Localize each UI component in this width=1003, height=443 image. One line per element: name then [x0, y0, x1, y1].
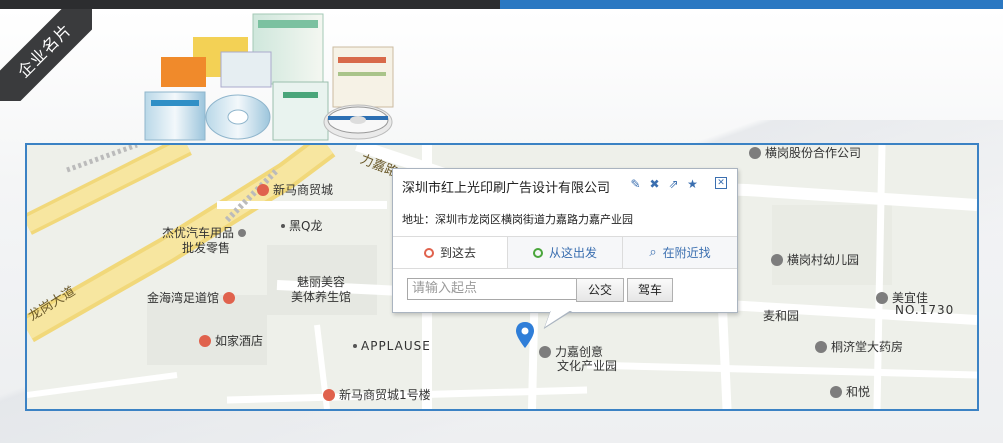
top-bar-dark: [0, 0, 500, 9]
popup-toolbar: ✎ ✖ ⇗ ★: [629, 178, 699, 191]
poi-beauty-spa[interactable]: 美体养生馆: [291, 288, 351, 305]
generic-icon: [830, 385, 842, 398]
poi-applause[interactable]: APPLAUSE: [353, 339, 431, 353]
tab-search-nearby[interactable]: ⌕ 在附近找: [622, 237, 737, 268]
tab-go-here[interactable]: 到这去: [393, 237, 507, 268]
shop-icon: [223, 291, 236, 304]
drive-button[interactable]: 驾车: [627, 278, 673, 302]
poi-heiqlong[interactable]: 黑Q龙: [281, 217, 322, 234]
ribbon-label: 企业名片: [0, 9, 92, 101]
poi-meiyijia-no: NO.1730: [895, 303, 955, 317]
delete-icon[interactable]: ✖: [648, 178, 661, 191]
bus-button[interactable]: 公交: [576, 278, 624, 302]
bullet-icon: [353, 344, 357, 348]
company-name: 深圳市红上光印刷广告设计有限公司: [402, 181, 611, 196]
poi-henggang-kindergarten[interactable]: 横岗村幼儿园: [771, 251, 859, 268]
bullet-icon: [281, 223, 285, 228]
building-icon: [539, 345, 551, 358]
end-dot-icon: [532, 247, 543, 258]
edit-icon[interactable]: ✎: [629, 178, 642, 191]
route-tabs: 到这去 从这出发 ⌕ 在附近找: [393, 236, 737, 269]
poi-jinhaiwan[interactable]: 金海湾足道馆: [147, 289, 236, 306]
search-icon: ⌕: [649, 245, 657, 260]
shop-icon: [257, 183, 269, 196]
school-icon: [771, 253, 783, 266]
start-point-input[interactable]: 请输入起点: [407, 278, 577, 300]
share-icon[interactable]: ⇗: [667, 178, 680, 191]
close-icon[interactable]: ✕: [715, 177, 727, 189]
star-icon[interactable]: ★: [686, 178, 699, 191]
hotel-icon: [199, 334, 211, 347]
map-view[interactable]: 力嘉路 龙岗大道 新马商贸城 黑Q龙 杰优汽车用品 批发零售 魅丽美容 美体养生…: [25, 143, 979, 411]
poi-xinma-mall[interactable]: 新马商贸城: [257, 181, 333, 198]
tab-start-here[interactable]: 从这出发: [507, 237, 622, 268]
corner-ribbon: 企业名片: [0, 9, 92, 101]
store-icon: [876, 291, 888, 304]
poi-culture-park: 文化产业园: [557, 359, 618, 373]
location-pin-icon[interactable]: [515, 322, 535, 348]
map-info-window: 深圳市红上光印刷广告设计有限公司 ✎ ✖ ⇗ ★ ✕ 地址：深圳市龙岗区横岗街道…: [392, 168, 738, 313]
product-image: [144, 13, 394, 141]
generic-icon: [238, 228, 247, 237]
poi-maiheyuan[interactable]: 麦和园: [763, 307, 799, 324]
generic-icon: [749, 146, 761, 159]
pharmacy-icon: [815, 340, 827, 353]
shop-icon: [323, 388, 335, 401]
poi-henggang-coop[interactable]: 横岗股份合作公司: [749, 145, 861, 161]
poi-heyue[interactable]: 和悦: [830, 383, 870, 400]
poi-xinma-building1[interactable]: 新马商贸城1号楼: [323, 386, 431, 403]
poi-wholesale[interactable]: 批发零售: [182, 239, 230, 256]
start-dot-icon: [423, 247, 434, 258]
company-address: 地址：深圳市龙岗区横岗街道力嘉路力嘉产业园: [402, 213, 633, 226]
poi-home-inn[interactable]: 如家酒店: [199, 332, 263, 349]
poi-tongjitang-pharmacy[interactable]: 桐济堂大药房: [815, 338, 903, 355]
top-bar-blue: [500, 0, 1003, 9]
